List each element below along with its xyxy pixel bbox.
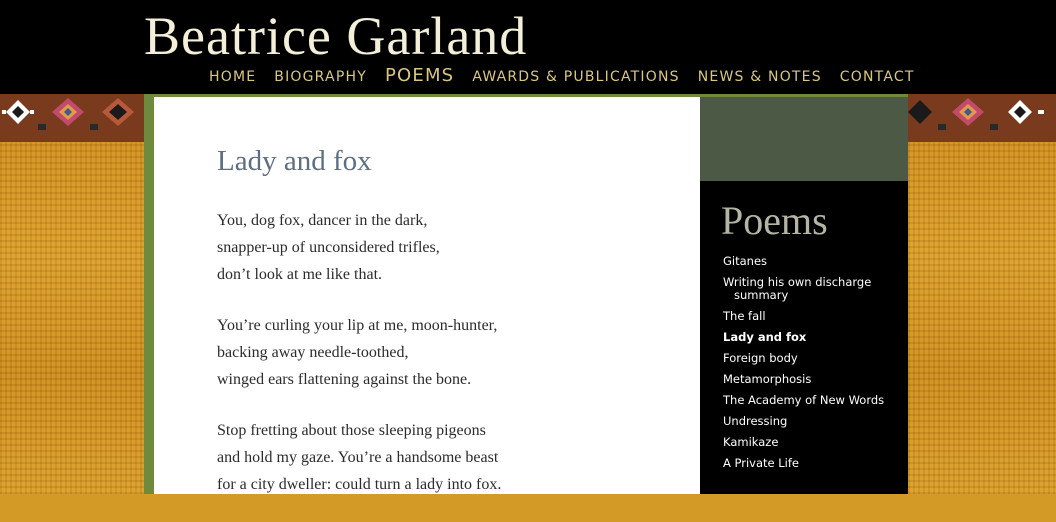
sidebar-heading: Poems bbox=[721, 198, 828, 243]
poem-content: Lady and fox You, dog fox, dancer in the… bbox=[154, 97, 700, 494]
main-nav: HOME BIOGRAPHY POEMS AWARDS & PUBLICATIO… bbox=[209, 64, 933, 89]
nav-awards-publications[interactable]: AWARDS & PUBLICATIONS bbox=[472, 65, 679, 89]
poem-list: Gitanes Writing his own discharge summar… bbox=[723, 255, 903, 478]
poem-body: You, dog fox, dancer in the dark, snappe… bbox=[217, 207, 501, 522]
poem-line: snapper-up of unconsidered trifles, bbox=[217, 239, 440, 256]
poem-line: You, dog fox, dancer in the dark, bbox=[217, 212, 428, 229]
poem-link-kamikaze[interactable]: Kamikaze bbox=[723, 436, 903, 449]
nav-biography[interactable]: BIOGRAPHY bbox=[274, 65, 367, 89]
poem-line: backing away needle-toothed, bbox=[217, 344, 409, 361]
poem-link-foreign-body[interactable]: Foreign body bbox=[723, 352, 903, 365]
poem-title: Lady and fox bbox=[217, 145, 372, 177]
poem-link-lady-and-fox[interactable]: Lady and fox bbox=[723, 331, 903, 344]
poem-link-a-private-life[interactable]: A Private Life bbox=[723, 457, 903, 470]
stanza-2: You’re curling your lip at me, moon-hunt… bbox=[217, 312, 501, 393]
poems-sidebar: Poems Gitanes Writing his own discharge … bbox=[700, 181, 908, 494]
poem-link-the-academy-of-new-words[interactable]: The Academy of New Words bbox=[723, 394, 903, 407]
nav-news-notes[interactable]: NEWS & NOTES bbox=[698, 65, 822, 89]
poem-link-the-fall[interactable]: The fall bbox=[723, 310, 903, 323]
poem-line: and hold my gaze. You’re a handsome beas… bbox=[217, 449, 499, 466]
poem-line: You’re curling your lip at me, moon-hunt… bbox=[217, 317, 498, 334]
textile-background-right bbox=[908, 94, 1056, 494]
poem-link-label: Writing his own discharge bbox=[723, 275, 872, 289]
accent-border-left bbox=[144, 94, 154, 494]
poem-link-gitanes[interactable]: Gitanes bbox=[723, 255, 903, 268]
textile-motif-right bbox=[908, 98, 1044, 130]
poem-line: don’t look at me like that. bbox=[217, 266, 383, 283]
textile-motif-left bbox=[2, 98, 134, 130]
sidebar-header-block bbox=[700, 97, 908, 181]
stanza-1: You, dog fox, dancer in the dark, snappe… bbox=[217, 207, 501, 288]
site-header: Beatrice Garland HOME BIOGRAPHY POEMS AW… bbox=[0, 0, 1056, 94]
stanza-3: Stop fretting about those sleeping pigeo… bbox=[217, 417, 501, 498]
nav-poems[interactable]: POEMS bbox=[385, 64, 454, 88]
poem-link-undressing[interactable]: Undressing bbox=[723, 415, 903, 428]
nav-contact[interactable]: CONTACT bbox=[840, 65, 915, 89]
poem-link-writing-his-own-discharge-summary[interactable]: Writing his own discharge summary bbox=[723, 276, 903, 302]
poem-line: winged ears flattening against the bone. bbox=[217, 371, 472, 388]
textile-background-left bbox=[0, 94, 144, 494]
poem-link-label-wrap: summary bbox=[734, 288, 789, 302]
poem-line: Stop fretting about those sleeping pigeo… bbox=[217, 422, 486, 439]
nav-home[interactable]: HOME bbox=[209, 65, 256, 89]
poem-link-metamorphosis[interactable]: Metamorphosis bbox=[723, 373, 903, 386]
site-title[interactable]: Beatrice Garland bbox=[144, 5, 527, 67]
